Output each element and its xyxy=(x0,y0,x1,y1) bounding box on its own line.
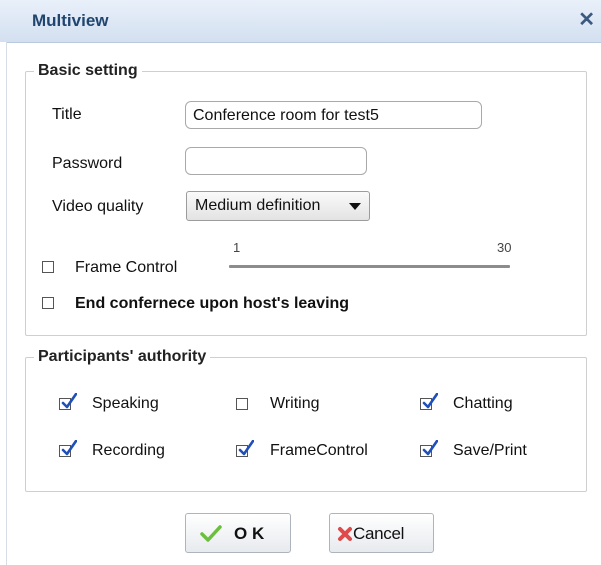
framecontrol-label: FrameControl xyxy=(270,442,368,459)
participants-authority-group: Participants' authority xyxy=(25,348,587,492)
title-label: Title xyxy=(52,106,82,123)
ok-label: O K xyxy=(234,524,265,543)
cross-icon xyxy=(338,527,352,541)
slider-max-label: 30 xyxy=(497,240,512,255)
title-input[interactable]: Conference room for test5 xyxy=(185,101,482,129)
ok-button[interactable]: O K xyxy=(185,513,291,553)
writing-checkbox[interactable] xyxy=(236,398,248,410)
participants-authority-legend: Participants' authority xyxy=(38,348,207,365)
check-icon xyxy=(422,393,438,409)
frame-control-label: Frame Control xyxy=(75,259,178,276)
cancel-label: Cancel xyxy=(353,524,405,543)
end-conference-label: End confernece upon host's leaving xyxy=(75,295,350,312)
frame-control-slider[interactable] xyxy=(229,265,510,268)
close-icon[interactable]: ✕ xyxy=(578,10,595,30)
chatting-label: Chatting xyxy=(453,395,513,412)
chatting-checkbox[interactable] xyxy=(420,393,438,410)
save-print-checkbox[interactable] xyxy=(420,440,438,457)
check-icon xyxy=(61,393,77,409)
dialog-title: Multiview xyxy=(32,11,109,30)
multiview-dialog: Multiview ✕ Basic setting Title Conferen… xyxy=(0,0,601,565)
end-conference-checkbox[interactable] xyxy=(42,297,54,309)
check-icon xyxy=(422,440,438,456)
basic-setting-legend: Basic setting xyxy=(38,62,138,79)
video-quality-label: Video quality xyxy=(52,198,144,215)
recording-checkbox[interactable] xyxy=(59,440,77,457)
check-icon xyxy=(61,440,77,456)
frame-control-checkbox[interactable] xyxy=(42,261,54,273)
save-print-label: Save/Print xyxy=(453,442,527,459)
speaking-label: Speaking xyxy=(92,395,159,412)
check-icon xyxy=(238,440,254,456)
password-input[interactable] xyxy=(185,147,367,175)
video-quality-value: Medium definition xyxy=(195,197,321,214)
recording-label: Recording xyxy=(92,442,165,459)
chevron-down-icon xyxy=(349,203,361,210)
title-bar[interactable]: Multiview ✕ xyxy=(0,0,601,43)
left-border xyxy=(0,42,7,565)
cancel-button[interactable]: Cancel xyxy=(329,513,434,553)
password-label: Password xyxy=(52,155,123,172)
slider-min-label: 1 xyxy=(233,240,241,255)
speaking-checkbox[interactable] xyxy=(59,393,77,410)
framecontrol-checkbox[interactable] xyxy=(236,440,254,457)
checkmark-icon xyxy=(200,525,222,542)
writing-label: Writing xyxy=(270,395,320,412)
video-quality-select[interactable]: Medium definition xyxy=(186,191,370,221)
